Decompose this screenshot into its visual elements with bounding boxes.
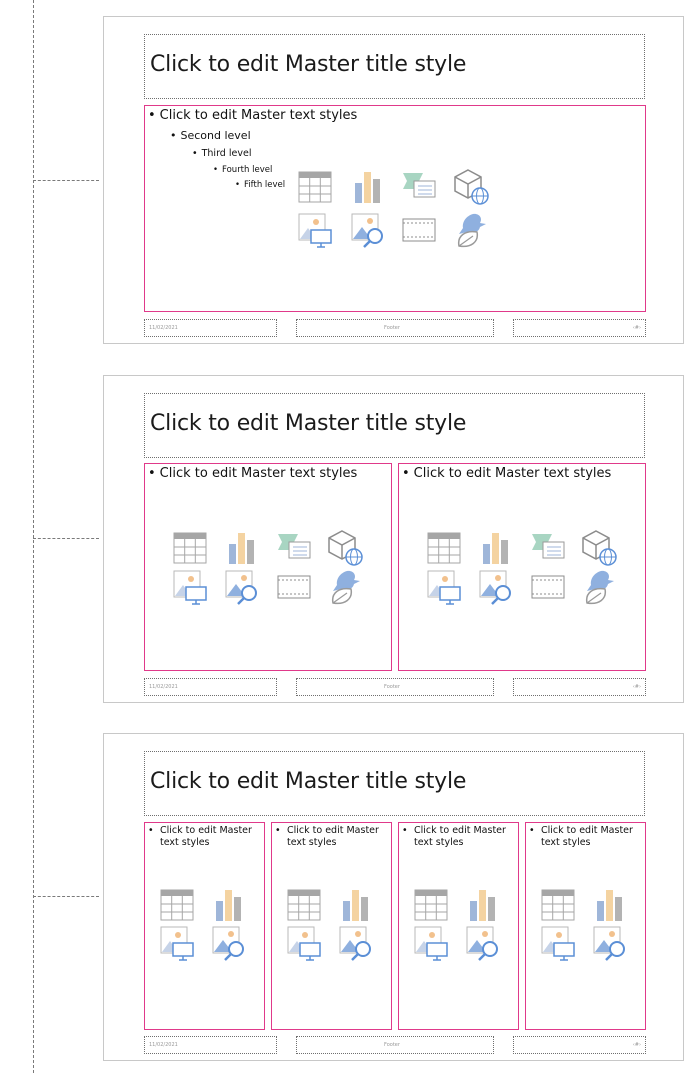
insert-video-icon[interactable] [276,569,312,605]
date-placeholder[interactable]: 11/02/2021 [144,678,277,696]
insert-3d-model-icon[interactable] [453,169,489,205]
bullet-level-1: • Click to edit Master text styles [529,825,633,848]
bullet-level-1: • Click to edit Master text styles [148,466,358,481]
insert-table-icon[interactable] [540,887,576,923]
insert-video-icon[interactable] [530,569,566,605]
slide-layout-four-content[interactable]: Click to edit Master title style • Click … [103,733,684,1061]
title-placeholder[interactable]: Click to edit Master title style [144,393,645,458]
layout-tree-branch [33,180,99,181]
online-pictures-icon[interactable] [224,569,260,605]
content-placeholder-3[interactable]: • Click to edit Master text styles [398,822,519,1030]
slide-layout-two-content[interactable]: Click to edit Master title style • Click … [103,375,684,703]
slide-number-placeholder[interactable]: ‹#› [513,678,646,696]
left-content-placeholder[interactable]: • Click to edit Master text styles [144,463,392,671]
title-text: Click to edit Master title style [150,769,467,794]
bullet-level-5: • Fifth level [235,180,286,190]
layout-tree-connector [33,0,34,1073]
bullet-level-3: • Third level [192,148,252,159]
slide-number-placeholder[interactable]: ‹#› [513,1036,646,1054]
insert-table-icon[interactable] [413,887,449,923]
insert-3d-model-icon[interactable] [581,530,617,566]
insert-picture-icon[interactable] [540,925,576,961]
insert-chart-icon[interactable] [465,887,501,923]
online-pictures-icon[interactable] [211,925,247,961]
insert-table-icon[interactable] [297,169,333,205]
insert-smartart-icon[interactable] [530,530,566,566]
insert-picture-icon[interactable] [413,925,449,961]
insert-3d-model-icon[interactable] [327,530,363,566]
online-pictures-icon[interactable] [465,925,501,961]
insert-picture-icon[interactable] [286,925,322,961]
bullet-level-1: • Click to edit Master text styles [275,825,379,848]
footer-placeholder[interactable]: Footer [296,678,494,696]
layout-tree-branch [33,896,99,897]
bullet-level-1: • Click to edit Master text styles [148,825,252,848]
title-placeholder[interactable]: Click to edit Master title style [144,751,645,816]
footer-placeholder[interactable]: Footer [296,319,494,337]
content-placeholder-1[interactable]: • Click to edit Master text styles [144,822,265,1030]
layout-tree-branch [33,538,99,539]
insert-table-icon[interactable] [172,530,208,566]
insert-chart-icon[interactable] [592,887,628,923]
insert-chart-icon[interactable] [224,530,260,566]
date-placeholder[interactable]: 11/02/2021 [144,1036,277,1054]
content-placeholder-2[interactable]: • Click to edit Master text styles [271,822,392,1030]
slide-layout-title-and-content[interactable]: Click to edit Master title style • Click … [103,16,684,344]
bullet-level-1: • Click to edit Master text styles [402,825,506,848]
insert-icons-icon[interactable] [453,212,489,248]
insert-icons-icon[interactable] [581,569,617,605]
insert-table-icon[interactable] [286,887,322,923]
insert-picture-icon[interactable] [426,569,462,605]
bullet-level-2: • Second level [170,129,251,142]
insert-chart-icon[interactable] [211,887,247,923]
content-placeholder[interactable]: • Click to edit Master text styles • Secon… [144,105,646,312]
insert-table-icon[interactable] [426,530,462,566]
slide-number-placeholder[interactable]: ‹#› [513,319,646,337]
bullet-level-4: • Fourth level [213,165,273,175]
online-pictures-icon[interactable] [592,925,628,961]
insert-icons-icon[interactable] [327,569,363,605]
insert-chart-icon[interactable] [338,887,374,923]
footer-placeholder[interactable]: Footer [296,1036,494,1054]
online-pictures-icon[interactable] [338,925,374,961]
insert-video-icon[interactable] [401,212,437,248]
bullet-level-1: • Click to edit Master text styles [402,466,612,481]
insert-picture-icon[interactable] [172,569,208,605]
insert-chart-icon[interactable] [350,169,386,205]
title-text: Click to edit Master title style [150,52,467,77]
insert-picture-icon[interactable] [297,212,333,248]
right-content-placeholder[interactable]: • Click to edit Master text styles [398,463,646,671]
title-text: Click to edit Master title style [150,411,467,436]
insert-chart-icon[interactable] [478,530,514,566]
insert-table-icon[interactable] [159,887,195,923]
bullet-level-1: • Click to edit Master text styles [148,108,358,123]
content-placeholder-4[interactable]: • Click to edit Master text styles [525,822,646,1030]
insert-picture-icon[interactable] [159,925,195,961]
insert-smartart-icon[interactable] [401,169,437,205]
title-placeholder[interactable]: Click to edit Master title style [144,34,645,99]
online-pictures-icon[interactable] [478,569,514,605]
insert-smartart-icon[interactable] [276,530,312,566]
online-pictures-icon[interactable] [350,212,386,248]
date-placeholder[interactable]: 11/02/2021 [144,319,277,337]
